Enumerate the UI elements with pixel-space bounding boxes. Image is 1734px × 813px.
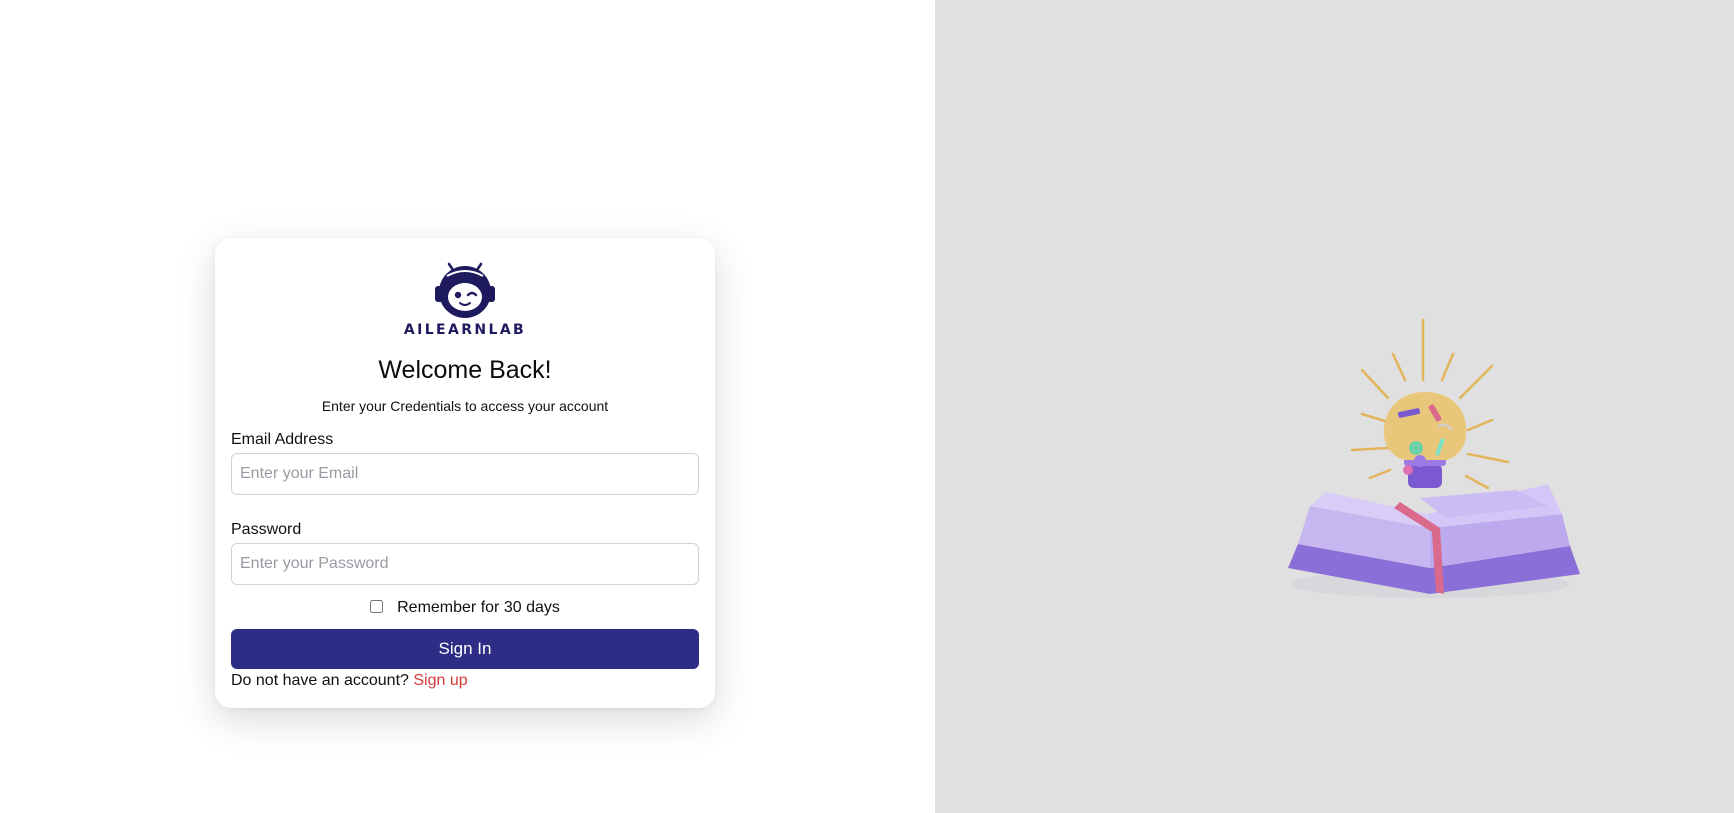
- remember-checkbox[interactable]: [370, 600, 384, 613]
- login-pane: AILEARNLAB Welcome Back! Enter your Cred…: [0, 0, 935, 813]
- robot-astronaut-icon: [435, 262, 495, 318]
- signup-prompt: Do not have an account?: [231, 672, 409, 689]
- login-card: AILEARNLAB Welcome Back! Enter your Cred…: [215, 238, 715, 708]
- page-subtitle: Enter your Credentials to access your ac…: [321, 398, 609, 414]
- sign-up-link[interactable]: Sign up: [413, 672, 467, 689]
- email-label: Email Address: [231, 431, 334, 448]
- signup-row: Do not have an account? Sign up: [231, 672, 468, 690]
- email-field[interactable]: [231, 453, 699, 495]
- brand-name: AILEARNLAB: [403, 322, 527, 338]
- brand-logo: AILEARNLAB: [215, 262, 715, 338]
- page-title: Welcome Back!: [378, 356, 552, 384]
- remember-label: Remember for 30 days: [397, 599, 560, 616]
- remember-row: Remember for 30 days: [215, 599, 715, 617]
- password-field[interactable]: [231, 543, 699, 585]
- lightbulb-book-illustration: [1288, 318, 1580, 598]
- login-page: AILEARNLAB Welcome Back! Enter your Cred…: [0, 0, 1734, 813]
- sign-in-button[interactable]: Sign In: [231, 629, 699, 669]
- password-label: Password: [231, 521, 302, 538]
